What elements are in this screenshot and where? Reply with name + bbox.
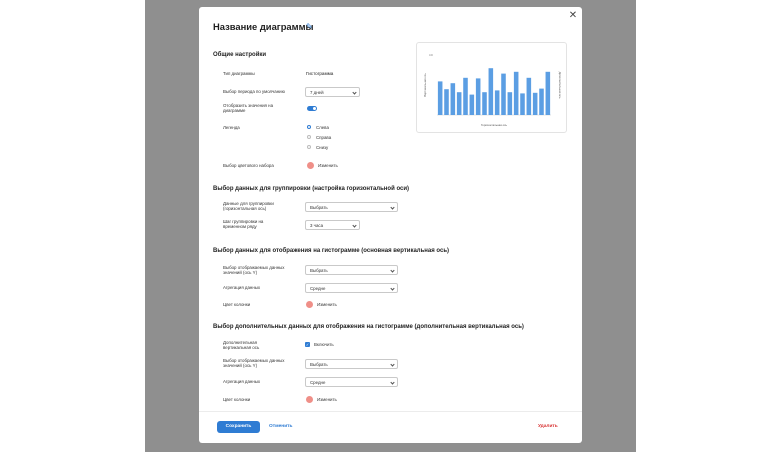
chart-preview: 100 Горизонтальная ось Вертикальная ось Доп… bbox=[416, 42, 567, 133]
pencil-icon[interactable]: ✎ bbox=[306, 22, 315, 31]
primary-values-select-value: Выбрать bbox=[310, 268, 328, 273]
y2-axis-label: Дополнительная ось bbox=[558, 72, 562, 99]
y-tick-label: 100 bbox=[429, 54, 434, 57]
general-settings-heading: Общие настройки bbox=[213, 52, 267, 58]
show-values-label: Отобразить значения на диаграмме bbox=[223, 103, 274, 113]
chart-bar bbox=[475, 78, 481, 115]
legend-label: Легенда bbox=[223, 125, 240, 130]
grouping-step-select[interactable]: 3 часа bbox=[305, 220, 360, 230]
delete-button[interactable]: Удалить bbox=[538, 421, 558, 433]
dialog-title: Название диаграммы bbox=[213, 21, 314, 32]
legend-radio-left[interactable] bbox=[307, 125, 311, 129]
dialog-footer: Сохранить Отменить Удалить bbox=[199, 411, 582, 443]
chart-bar bbox=[469, 94, 475, 115]
primary-values-label: Выбор отображаемых данных значений (ось … bbox=[223, 265, 285, 275]
grouping-step-label: Шаг группировки на временном ряду bbox=[223, 219, 264, 229]
chevron-down-icon bbox=[390, 286, 395, 291]
chart-bar bbox=[513, 71, 519, 115]
chart-bar bbox=[456, 92, 462, 115]
chart-bar bbox=[463, 77, 468, 115]
secondary-values-select-value: Выбрать bbox=[310, 362, 328, 367]
chart-bar bbox=[532, 92, 538, 115]
primary-color-change-link[interactable]: Изменить bbox=[317, 302, 337, 307]
chart-bar bbox=[507, 92, 513, 115]
grouping-heading: Выбор данных для группировки (настройка … bbox=[213, 186, 410, 192]
legend-radio-right[interactable] bbox=[307, 135, 311, 139]
primary-agg-label: Агрегация данных bbox=[223, 285, 261, 290]
grouping-data-select[interactable]: Выбрать bbox=[305, 202, 398, 212]
chevron-down-icon bbox=[352, 90, 357, 95]
chart-settings-dialog: ✕ Название диаграммы ✎ Общие настройки Т… bbox=[199, 7, 582, 443]
secondary-agg-select[interactable]: Средне bbox=[305, 377, 398, 387]
primary-agg-select[interactable]: Средне bbox=[305, 283, 398, 293]
grouping-data-select-value: Выбрать bbox=[310, 205, 328, 210]
cancel-button[interactable]: Отменить bbox=[269, 421, 292, 433]
chart-bar bbox=[494, 90, 500, 115]
grouping-step-select-value: 3 часа bbox=[310, 223, 324, 228]
chart-bar bbox=[488, 68, 494, 115]
secondary-color-swatch[interactable] bbox=[306, 396, 313, 403]
save-button[interactable]: Сохранить bbox=[217, 421, 260, 433]
chevron-down-icon bbox=[390, 205, 395, 210]
y-axis-label: Вертикальная ось bbox=[423, 73, 427, 97]
chart-bar bbox=[444, 89, 449, 115]
period-select[interactable]: 7 дней bbox=[305, 87, 360, 97]
color-set-label: Выбор цветового набора bbox=[223, 163, 274, 168]
legend-option-right: Справа bbox=[316, 135, 332, 140]
secondary-agg-label: Агрегация данных bbox=[223, 379, 261, 384]
show-values-toggle[interactable] bbox=[307, 106, 317, 111]
grouping-data-label: Данные для группировки (горизонтальная о… bbox=[223, 201, 274, 211]
chart-type-label: Тип диаграммы bbox=[223, 71, 255, 76]
legend-radio-bottom[interactable] bbox=[307, 145, 311, 149]
secondary-values-label: Выбор отображаемых данных значений (ось … bbox=[223, 358, 285, 368]
legend-option-bottom: Снизу bbox=[316, 145, 329, 150]
period-select-value: 7 дней bbox=[310, 90, 324, 95]
chart-type-value: Гистограмма bbox=[306, 71, 334, 76]
chevron-down-icon bbox=[390, 268, 395, 273]
chart-bar bbox=[539, 88, 544, 115]
primary-agg-select-value: Средне bbox=[310, 286, 326, 291]
secondary-color-label: Цвет колонки bbox=[223, 397, 251, 402]
secondary-axis-label: Дополнительная вертикальная ось bbox=[223, 340, 260, 350]
chevron-down-icon bbox=[390, 380, 395, 385]
chart-bar bbox=[437, 81, 443, 115]
chart-bar bbox=[482, 92, 487, 115]
chart-bar bbox=[520, 93, 525, 115]
color-set-swatch[interactable] bbox=[307, 162, 314, 169]
color-set-change-link[interactable]: Изменить bbox=[318, 163, 338, 168]
bar-chart: 100 Горизонтальная ось Вертикальная ось Доп… bbox=[423, 54, 562, 127]
close-icon[interactable]: ✕ bbox=[568, 11, 578, 21]
secondary-axis-enable-label: Включить bbox=[314, 342, 334, 347]
legend-option-left: Слева bbox=[316, 125, 329, 130]
chevron-down-icon bbox=[352, 223, 357, 228]
primary-values-select[interactable]: Выбрать bbox=[305, 265, 398, 275]
chart-bar bbox=[526, 77, 532, 115]
secondary-heading: Выбор дополнительных данных для отображе… bbox=[213, 324, 524, 330]
x-axis-label: Горизонтальная ось bbox=[481, 123, 508, 127]
secondary-axis-checkbox[interactable]: ✓ bbox=[305, 342, 310, 347]
chart-bar bbox=[545, 71, 551, 115]
primary-heading: Выбор данных для отображения на гистогра… bbox=[213, 248, 450, 254]
secondary-values-select[interactable]: Выбрать bbox=[305, 359, 398, 369]
period-label: Выбор периода по умолчанию bbox=[223, 89, 285, 94]
chevron-down-icon bbox=[390, 362, 395, 367]
primary-color-swatch[interactable] bbox=[306, 301, 313, 308]
secondary-agg-select-value: Средне bbox=[310, 380, 326, 385]
chart-bar bbox=[450, 83, 456, 115]
dialog-body[interactable]: Общие настройки Тип диаграммы Гистограмм… bbox=[199, 39, 582, 411]
primary-color-label: Цвет колонки bbox=[223, 302, 251, 307]
chart-bar bbox=[501, 73, 506, 115]
secondary-color-change-link[interactable]: Изменить bbox=[317, 397, 337, 402]
